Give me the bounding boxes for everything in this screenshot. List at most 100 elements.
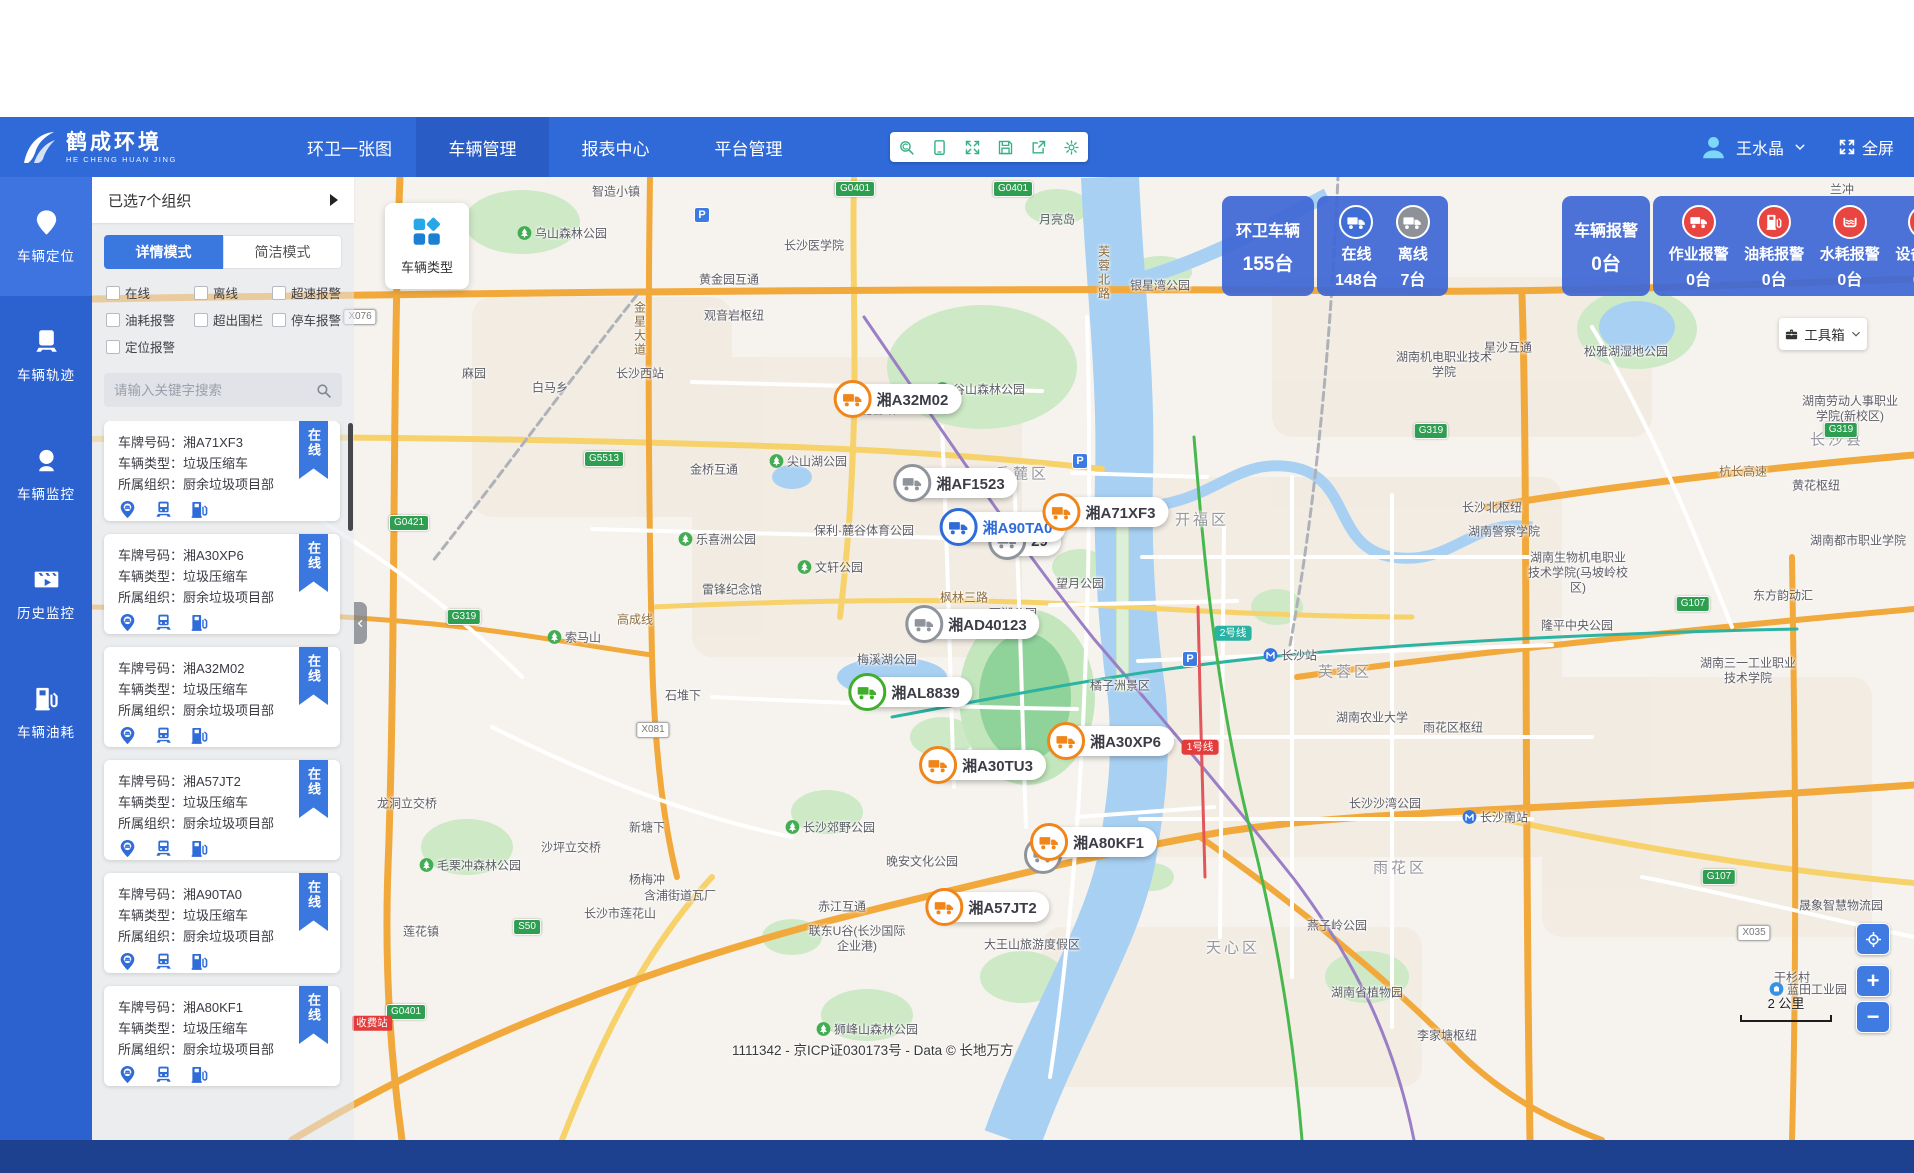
- checkbox[interactable]: [106, 286, 120, 300]
- org-row: 所属组织：厨余垃圾项目部: [118, 813, 326, 834]
- track-vehicle-icon[interactable]: [154, 839, 173, 858]
- checkbox[interactable]: [106, 340, 120, 354]
- vehicle-card[interactable]: 车牌号码：湘A80KF1 车辆类型：垃圾压缩车 所属组织：厨余垃圾项目部 在线: [104, 986, 340, 1086]
- map-vehicle-湘AF1523[interactable]: 湘AF1523: [898, 468, 1017, 498]
- truck-icon: [848, 673, 886, 711]
- fuel-vehicle-icon[interactable]: [190, 613, 209, 632]
- save-icon[interactable]: [993, 134, 1019, 160]
- nav-tab-1[interactable]: 车辆管理: [416, 117, 549, 177]
- org-row: 所属组织：厨余垃圾项目部: [118, 1039, 326, 1060]
- sidebar-item-3[interactable]: 历史监控: [0, 534, 92, 653]
- filter-5[interactable]: 停车报警: [272, 306, 364, 333]
- locate-vehicle-icon[interactable]: [118, 1065, 137, 1084]
- sidebar-item-4[interactable]: 车辆油耗: [0, 653, 92, 772]
- zoom-in-button[interactable]: +: [1856, 965, 1890, 997]
- track-vehicle-icon[interactable]: [154, 726, 173, 745]
- vehicle-card[interactable]: 车牌号码：湘A90TA0 车辆类型：垃圾压缩车 所属组织：厨余垃圾项目部 在线: [104, 873, 340, 973]
- user-name[interactable]: 王水晶: [1736, 135, 1784, 159]
- device-preview-icon[interactable]: [927, 134, 953, 160]
- share-icon[interactable]: [1026, 134, 1052, 160]
- vehicle-card[interactable]: 车牌号码：湘A71XF3 车辆类型：垃圾压缩车 所属组织：厨余垃圾项目部 在线: [104, 421, 340, 521]
- search-box: [104, 373, 342, 407]
- map-vehicle-湘AL8839[interactable]: 湘AL8839: [853, 677, 972, 707]
- map-vehicle-湘A30TU3[interactable]: 湘A30TU3: [924, 750, 1046, 780]
- avatar[interactable]: [1700, 134, 1727, 161]
- filter-6[interactable]: 定位报警: [106, 333, 194, 360]
- panel-collapse-button[interactable]: [354, 602, 367, 644]
- zoom-search-icon[interactable]: [894, 134, 920, 160]
- type-row: 车辆类型：垃圾压缩车: [118, 566, 326, 587]
- list-scrollbar[interactable]: [348, 423, 353, 531]
- fleet-label: 环卫车辆: [1236, 217, 1300, 241]
- locate-vehicle-icon[interactable]: [118, 500, 137, 519]
- track-vehicle-icon[interactable]: [154, 952, 173, 971]
- checkbox[interactable]: [272, 286, 286, 300]
- settings-icon[interactable]: [1059, 134, 1085, 160]
- mode-tab-0[interactable]: 详情模式: [104, 235, 223, 269]
- sidebar-item-2[interactable]: 车辆监控: [0, 415, 92, 534]
- map-container[interactable]: 智造小镇乌山森林公园长沙医学院黄金园互通月亮岛银星湾公园观音岩枢纽芙蓉北路金星大…: [92, 177, 1914, 1140]
- filter-1[interactable]: 离线: [194, 279, 272, 306]
- map-vehicle-湘A30XP6[interactable]: 湘A30XP6: [1052, 726, 1174, 756]
- fuel-vehicle-icon[interactable]: [190, 952, 209, 971]
- fullscreen-button[interactable]: 全屏: [1838, 135, 1894, 159]
- toolbox-button[interactable]: 工具箱: [1779, 318, 1867, 350]
- chevron-down-icon[interactable]: [1793, 140, 1807, 154]
- nav-tab-3[interactable]: 平台管理: [682, 117, 815, 177]
- fuel-vehicle-icon[interactable]: [190, 1065, 209, 1084]
- map-vehicle-湘A57JT2[interactable]: 湘A57JT2: [930, 892, 1049, 922]
- sidebar-item-1[interactable]: 车辆轨迹: [0, 296, 92, 415]
- checkbox[interactable]: [194, 313, 208, 327]
- locate-button[interactable]: [1856, 923, 1890, 955]
- fuel-vehicle-icon[interactable]: [190, 500, 209, 519]
- sidebar-item-0[interactable]: 车辆定位: [0, 177, 92, 296]
- checkbox[interactable]: [106, 313, 120, 327]
- filter-3[interactable]: 油耗报警: [106, 306, 194, 333]
- filter-2[interactable]: 超速报警: [272, 279, 364, 306]
- type-row: 车辆类型：垃圾压缩车: [118, 1018, 326, 1039]
- plate-row: 车牌号码：湘A30XP6: [118, 545, 326, 566]
- logo-icon: [18, 127, 58, 167]
- sidebar-item-label: 车辆定位: [17, 245, 75, 265]
- map-vehicle-湘AD40123[interactable]: 湘AD40123: [910, 609, 1039, 639]
- locate-vehicle-icon[interactable]: [118, 613, 137, 632]
- zoom-out-button[interactable]: −: [1856, 1001, 1890, 1033]
- arrow-right-icon: [330, 194, 338, 206]
- online-value: 148台: [1335, 266, 1378, 290]
- vehicle-alarm-label: 车辆报警: [1574, 217, 1638, 241]
- online-stat: 在线 148台: [1335, 205, 1378, 296]
- locate-vehicle-icon[interactable]: [118, 839, 137, 858]
- card-actions: [118, 500, 326, 519]
- fuel-vehicle-icon[interactable]: [190, 726, 209, 745]
- locate-vehicle-icon[interactable]: [118, 952, 137, 971]
- vehicle-card[interactable]: 车牌号码：湘A30XP6 车辆类型：垃圾压缩车 所属组织：厨余垃圾项目部 在线: [104, 534, 340, 634]
- filter-0[interactable]: 在线: [106, 279, 194, 306]
- nav-tab-2[interactable]: 报表中心: [549, 117, 682, 177]
- org-selector[interactable]: 已选7个组织: [92, 177, 354, 223]
- checkbox[interactable]: [272, 313, 286, 327]
- road-shield: G319: [1824, 422, 1858, 438]
- expand-icon[interactable]: [960, 134, 986, 160]
- map-vehicle-湘A71XF3[interactable]: 湘A71XF3: [1047, 497, 1168, 527]
- fuel-alarm-label: 油耗报警: [1744, 243, 1804, 264]
- checkbox[interactable]: [194, 286, 208, 300]
- search-icon[interactable]: [315, 382, 332, 399]
- track-vehicle-icon[interactable]: [154, 500, 173, 519]
- mode-tab-1[interactable]: 简洁模式: [223, 235, 342, 269]
- vehicle-card[interactable]: 车牌号码：湘A32M02 车辆类型：垃圾压缩车 所属组织：厨余垃圾项目部 在线: [104, 647, 340, 747]
- sidebar-item-label: 车辆油耗: [17, 721, 75, 741]
- plate-row: 车牌号码：湘A57JT2: [118, 771, 326, 792]
- vehicle-alarm-card: 车辆报警 0台: [1562, 196, 1650, 296]
- vehicle-card[interactable]: 车牌号码：湘A57JT2 车辆类型：垃圾压缩车 所属组织：厨余垃圾项目部 在线: [104, 760, 340, 860]
- track-vehicle-icon[interactable]: [154, 1065, 173, 1084]
- search-input[interactable]: [114, 383, 315, 398]
- locate-vehicle-icon[interactable]: [118, 726, 137, 745]
- track-vehicle-icon[interactable]: [154, 613, 173, 632]
- plate-row: 车牌号码：湘A32M02: [118, 658, 326, 679]
- map-vehicle-湘A80KF1[interactable]: 湘A80KF1: [1035, 827, 1157, 857]
- filter-4[interactable]: 超出围栏: [194, 306, 272, 333]
- fuel-vehicle-icon[interactable]: [190, 839, 209, 858]
- vehicle-type-button[interactable]: 车辆类型: [385, 203, 469, 289]
- map-vehicle-湘A32M02[interactable]: 湘A32M02: [839, 384, 962, 414]
- nav-tab-0[interactable]: 环卫一张图: [283, 117, 416, 177]
